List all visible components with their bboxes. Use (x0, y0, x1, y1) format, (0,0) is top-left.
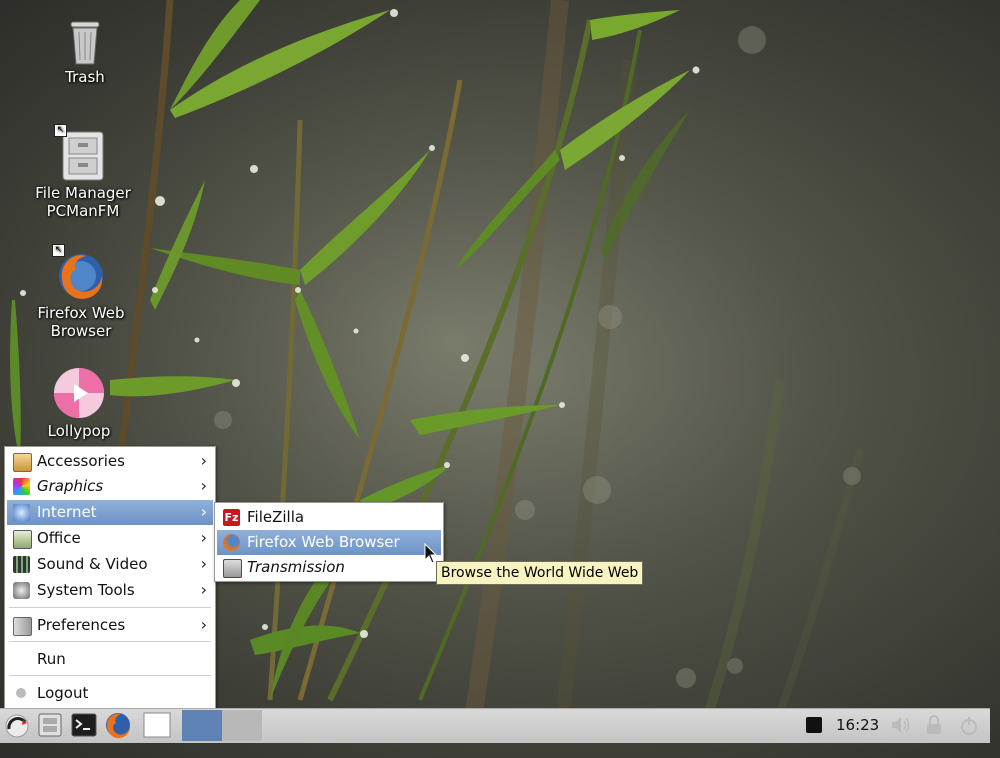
chevron-right-icon: › (200, 580, 207, 599)
menu-item-office[interactable]: Office › (7, 526, 213, 551)
menu-item-label: Internet (37, 503, 97, 521)
submenu-item-transmission[interactable]: Transmission (217, 555, 441, 580)
chevron-right-icon: › (200, 528, 207, 547)
lollypop-icon (52, 366, 106, 420)
desktop-icon-label: File Manager PCManFM (35, 184, 131, 220)
menu-item-internet[interactable]: Internet › (7, 500, 213, 525)
power-icon[interactable] (958, 715, 980, 737)
taskbar-window-blank[interactable] (140, 711, 174, 739)
chevron-right-icon: › (200, 502, 207, 521)
submenu-item-label: FileZilla (247, 508, 305, 526)
menu-separator (9, 607, 211, 608)
transmission-icon (223, 559, 242, 578)
shortcut-arrow-icon: ↖ (52, 244, 65, 257)
office-icon (13, 530, 32, 549)
menu-item-sound-video[interactable]: Sound & Video › (7, 552, 213, 577)
menu-item-run[interactable]: Run (7, 647, 213, 672)
desktop-icon-firefox[interactable]: ↖ Firefox Web Browser (26, 244, 136, 340)
menu-item-label: Preferences (37, 616, 126, 634)
menu-item-accessories[interactable]: Accessories › (7, 449, 213, 474)
firefox-icon: ↖ (52, 244, 108, 302)
workspace-1[interactable] (182, 710, 222, 741)
menu-item-label: Logout (37, 684, 89, 702)
desktop-icon-label: Trash (65, 68, 105, 86)
shortcut-arrow-icon: ↖ (54, 124, 67, 137)
menu-item-preferences[interactable]: Preferences › (7, 613, 213, 638)
menu-item-logout[interactable]: Logout (7, 681, 213, 706)
preferences-icon (13, 617, 32, 636)
file-manager-icon: ↖ (54, 124, 110, 182)
lock-icon[interactable] (924, 714, 944, 736)
notification-icon[interactable] (806, 717, 822, 733)
firefox-icon (223, 534, 240, 551)
menu-separator (9, 675, 211, 676)
desktop-icon-label: Lollypop (47, 422, 111, 440)
taskbar-launcher-file-manager[interactable] (36, 711, 64, 739)
menu-item-label: Accessories (37, 452, 125, 470)
terminal-icon (71, 713, 97, 737)
internet-icon (13, 504, 30, 521)
menu-button[interactable] (3, 711, 31, 739)
accessories-icon (13, 453, 32, 472)
trash-icon (58, 12, 112, 66)
menu-icon (5, 714, 29, 738)
menu-separator (9, 641, 211, 642)
submenu-item-filezilla[interactable]: Fz FileZilla (217, 505, 441, 530)
taskbar-launcher-firefox[interactable] (104, 711, 132, 739)
desktop-icon-trash[interactable]: Trash (30, 12, 140, 86)
menu-item-label: Office (37, 529, 81, 547)
filezilla-icon: Fz (223, 509, 240, 526)
system-tools-icon (13, 582, 30, 599)
application-menu: Accessories › Graphics › Internet › Offi… (4, 446, 216, 710)
menu-item-label: System Tools (37, 581, 135, 599)
desktop-icon-lollypop[interactable]: Lollypop (24, 366, 134, 440)
taskbar-launcher-terminal[interactable] (70, 711, 98, 739)
chevron-right-icon: › (200, 476, 207, 495)
logout-icon (16, 688, 26, 698)
submenu-item-label: Firefox Web Browser (247, 533, 400, 551)
menu-item-label: Sound & Video (37, 555, 148, 573)
graphics-icon (13, 478, 30, 495)
menu-item-system-tools[interactable]: System Tools › (7, 578, 213, 603)
taskbar: 16:23 (0, 708, 990, 743)
file-manager-icon (38, 713, 62, 737)
internet-submenu: Fz FileZilla Firefox Web Browser Transmi… (214, 502, 444, 582)
workspace-2[interactable] (222, 710, 262, 741)
chevron-right-icon: › (200, 554, 207, 573)
volume-icon[interactable] (890, 715, 912, 735)
menu-item-graphics[interactable]: Graphics › (7, 474, 213, 499)
tooltip: Browse the World Wide Web (436, 561, 644, 585)
firefox-icon (106, 713, 130, 739)
submenu-item-label: Transmission (247, 558, 345, 576)
menu-item-label: Graphics (37, 477, 104, 495)
desktop-screen: Trash ↖ File Manager PCManFM ↖ Firefox W… (0, 0, 1000, 758)
sound-video-icon (13, 556, 30, 573)
chevron-right-icon: › (200, 615, 207, 634)
desktop-icon-file-manager[interactable]: ↖ File Manager PCManFM (28, 124, 138, 220)
desktop-icon-label: Firefox Web Browser (37, 304, 125, 340)
submenu-item-firefox[interactable]: Firefox Web Browser (217, 530, 441, 555)
menu-item-label: Run (37, 650, 66, 668)
clock[interactable]: 16:23 (836, 716, 879, 734)
blank-window-icon (143, 712, 171, 738)
chevron-right-icon: › (200, 451, 207, 470)
